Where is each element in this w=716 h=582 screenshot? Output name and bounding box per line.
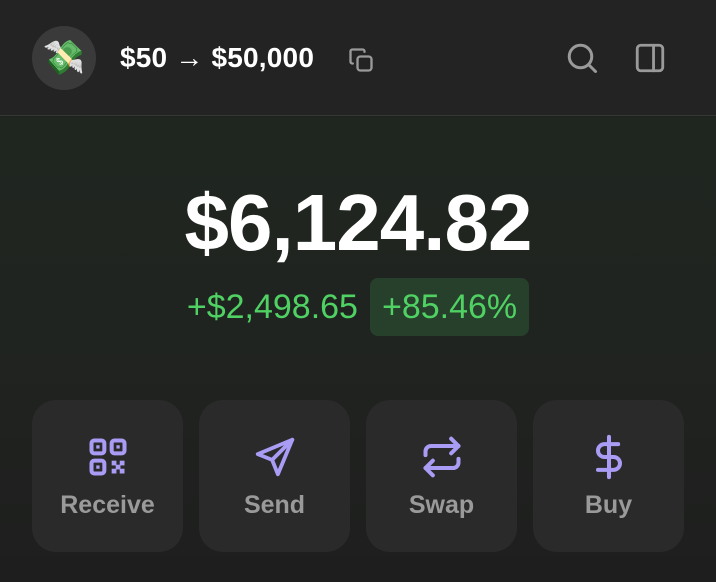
swap-label: Swap xyxy=(408,490,475,519)
send-label: Send xyxy=(243,490,306,519)
change-percent-badge: +85.46% xyxy=(369,278,530,336)
money-with-wings-icon: 💸 xyxy=(42,39,86,77)
swap-icon xyxy=(422,436,461,477)
receive-label: Receive xyxy=(60,490,155,519)
search-icon xyxy=(567,43,597,73)
wallet-header: 💸 $50 → $50,000 xyxy=(0,0,716,116)
receive-button[interactable]: Receive xyxy=(32,400,183,552)
portfolio-main: $6,124.82 +$2,498.65 +85.46% Receive Sen… xyxy=(0,117,716,582)
sidebar-panel-icon xyxy=(635,43,665,73)
wallet-name[interactable]: $50 → $50,000 xyxy=(120,40,314,76)
swap-button[interactable]: Swap xyxy=(366,400,517,552)
search-button[interactable] xyxy=(562,38,602,78)
portfolio-balance: $6,124.82 xyxy=(184,178,533,267)
qr-code-icon xyxy=(88,437,127,476)
send-icon xyxy=(255,437,294,476)
copy-button[interactable] xyxy=(345,44,377,76)
buy-label: Buy xyxy=(584,490,633,519)
change-amount: +$2,498.65 xyxy=(186,288,358,326)
portfolio-change: +$2,498.65 +85.46% xyxy=(0,277,716,337)
wallet-avatar[interactable]: 💸 xyxy=(32,26,96,90)
copy-icon xyxy=(349,48,373,72)
dollar-icon xyxy=(595,434,622,479)
send-button[interactable]: Send xyxy=(199,400,350,552)
sidebar-toggle-button[interactable] xyxy=(630,38,670,78)
action-buttons: Receive Send Swap Buy xyxy=(32,400,684,552)
buy-button[interactable]: Buy xyxy=(533,400,684,552)
